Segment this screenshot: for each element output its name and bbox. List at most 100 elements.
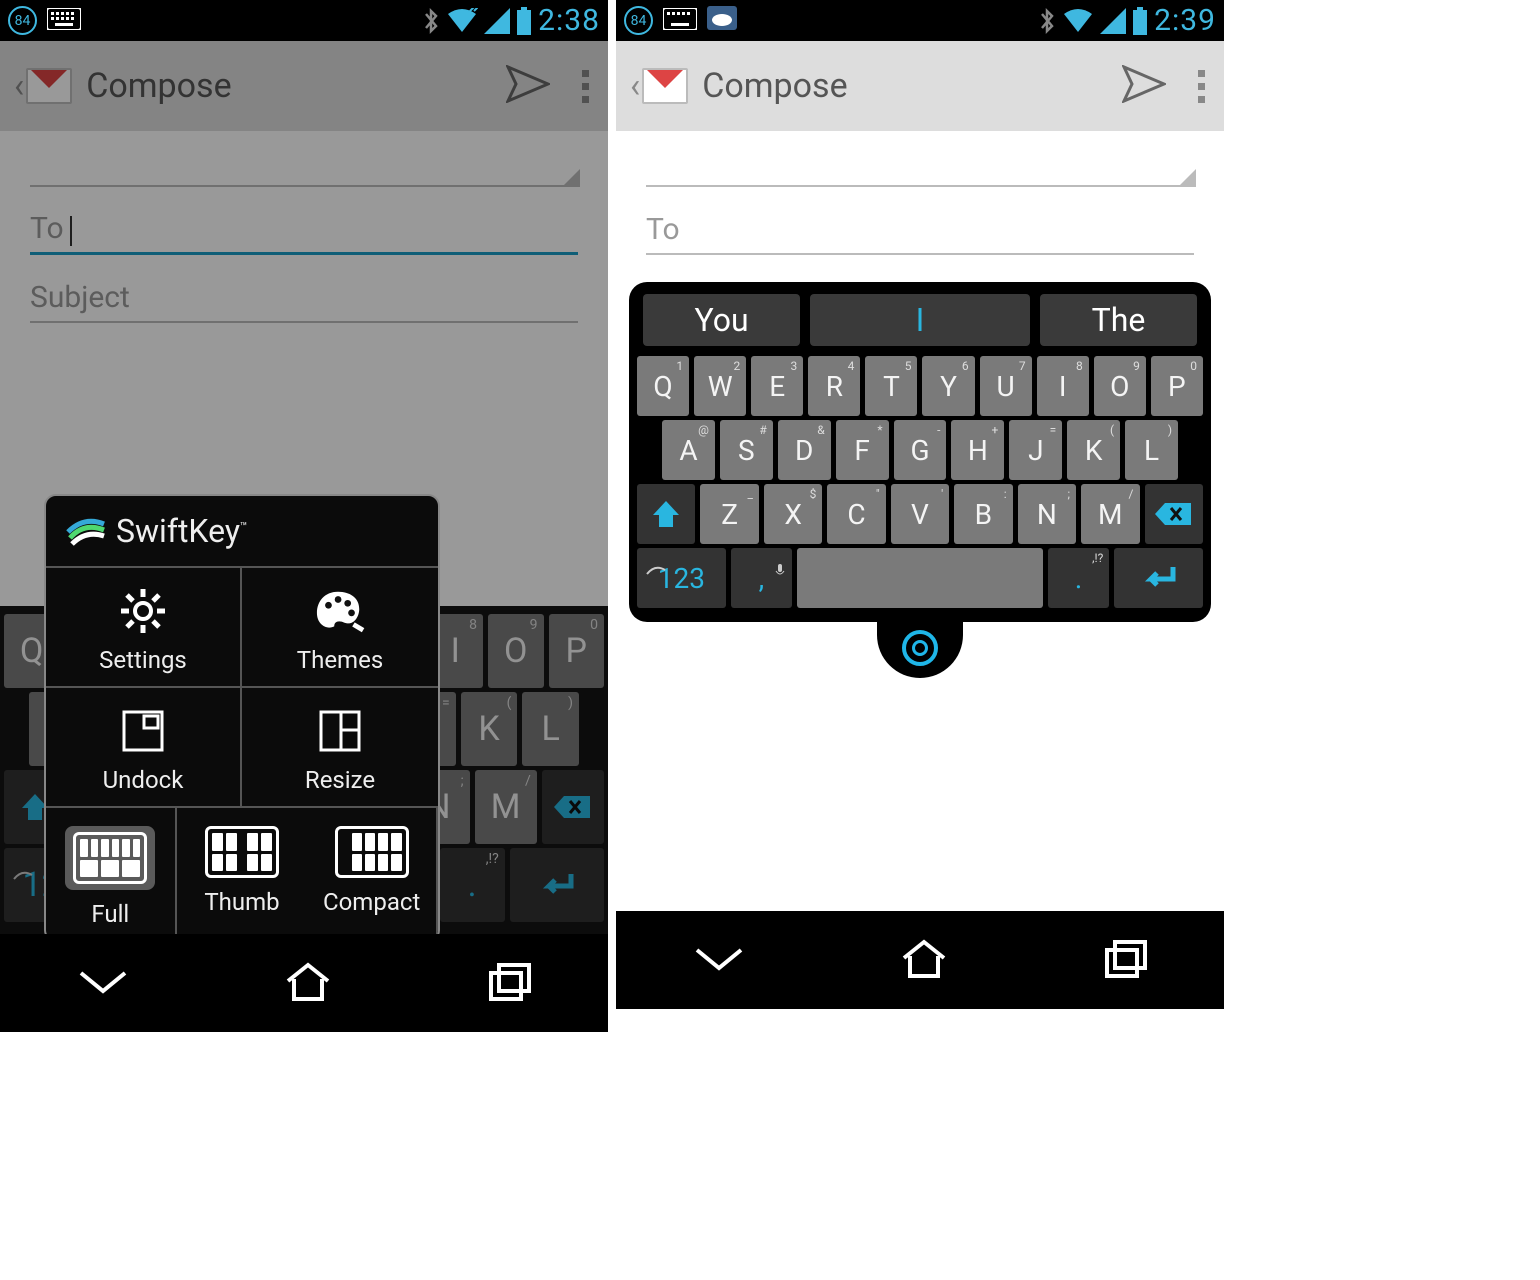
layout-thumb-icon: [205, 826, 279, 878]
key-V[interactable]: V': [891, 484, 949, 544]
subject-field[interactable]: Subject: [30, 277, 578, 323]
key-enter[interactable]: [1114, 548, 1203, 608]
suggestion-right[interactable]: The: [1040, 294, 1197, 346]
key-A[interactable]: A@: [662, 420, 715, 480]
key-F[interactable]: F*: [836, 420, 889, 480]
key-dot[interactable]: ,!?.: [440, 848, 505, 922]
battery-icon: [1132, 7, 1148, 35]
nav-home-button[interactable]: [282, 959, 334, 1007]
overflow-menu-button[interactable]: [576, 70, 594, 103]
nav-bar: [0, 934, 608, 1032]
key-K[interactable]: K(: [1067, 420, 1120, 480]
suggestion-row: You I The: [637, 294, 1203, 356]
send-button[interactable]: [1122, 65, 1166, 107]
cloud-notification-icon: [707, 5, 737, 37]
resize-icon: [315, 706, 365, 756]
drag-handle-icon: [902, 630, 938, 666]
signal-icon: [484, 8, 510, 34]
floating-keyboard[interactable]: You I The Q1W2E3R4T5Y6U7I8O9P0 A@S#D&F*G-…: [629, 282, 1211, 678]
clock: 2:38: [538, 3, 600, 38]
key-L[interactable]: L): [522, 692, 579, 766]
key-T[interactable]: T5: [865, 356, 917, 416]
key-X[interactable]: X$: [764, 484, 822, 544]
bluetooth-icon: [1038, 7, 1056, 35]
key-O[interactable]: O9: [1094, 356, 1146, 416]
popup-themes-button[interactable]: Themes: [242, 568, 438, 688]
send-button[interactable]: [506, 65, 550, 107]
suggestion-left[interactable]: You: [643, 294, 800, 346]
key-S[interactable]: S#: [720, 420, 773, 480]
key-L[interactable]: L): [1125, 420, 1178, 480]
back-chevron-icon[interactable]: ‹: [14, 66, 24, 106]
key-M[interactable]: M/: [475, 770, 537, 844]
key-backspace[interactable]: [1145, 484, 1203, 544]
nav-home-button[interactable]: [898, 936, 950, 984]
key-comma[interactable]: ,: [731, 548, 792, 608]
wifi-icon: [1062, 8, 1094, 34]
key-W[interactable]: W2: [694, 356, 746, 416]
key-backspace[interactable]: [542, 770, 604, 844]
back-chevron-icon[interactable]: ‹: [630, 66, 640, 106]
battery-ring-icon: 84: [624, 6, 653, 35]
compose-form: To: [616, 131, 1224, 255]
keyboard-drag-handle[interactable]: [877, 618, 963, 678]
overflow-menu-button[interactable]: [1192, 70, 1210, 103]
swiftkey-popup: SwiftKey™ Settings Themes: [44, 494, 440, 942]
popup-layout-compact-button[interactable]: Compact: [307, 808, 438, 940]
battery-icon: [516, 7, 532, 35]
key-P[interactable]: P0: [1151, 356, 1203, 416]
to-field[interactable]: To: [646, 209, 1194, 255]
keyboard-indicator-icon: [47, 5, 81, 37]
layout-full-icon: [73, 832, 147, 884]
key-Z[interactable]: Z_: [700, 484, 758, 544]
nav-recents-button[interactable]: [485, 959, 533, 1007]
popup-title: SwiftKey™: [116, 512, 248, 550]
key-Y[interactable]: Y6: [922, 356, 974, 416]
key-D[interactable]: D&: [778, 420, 831, 480]
popup-layout-full-button[interactable]: Full: [46, 808, 177, 940]
to-field[interactable]: To: [30, 209, 578, 255]
popup-layout-thumb-button[interactable]: Thumb: [177, 808, 308, 940]
gmail-icon[interactable]: [642, 68, 688, 104]
key-G[interactable]: G-: [894, 420, 947, 480]
key-space[interactable]: [797, 548, 1043, 608]
nav-bar: [616, 911, 1224, 1009]
popup-header: SwiftKey™: [46, 496, 438, 568]
key-B[interactable]: B:: [954, 484, 1012, 544]
nav-back-button[interactable]: [75, 963, 131, 1003]
key-N[interactable]: N;: [1018, 484, 1076, 544]
key-I[interactable]: I8: [1037, 356, 1089, 416]
key-R[interactable]: R4: [808, 356, 860, 416]
key-J[interactable]: J=: [1009, 420, 1062, 480]
nav-recents-button[interactable]: [1101, 936, 1149, 984]
key-H[interactable]: H+: [951, 420, 1004, 480]
wifi-icon: [446, 8, 478, 34]
from-field[interactable]: [646, 141, 1194, 187]
key-123[interactable]: 123: [637, 548, 726, 608]
layout-compact-icon: [335, 826, 409, 878]
gmail-icon[interactable]: [26, 68, 72, 104]
key-enter[interactable]: [510, 848, 604, 922]
key-C[interactable]: C": [827, 484, 885, 544]
popup-settings-button[interactable]: Settings: [46, 568, 242, 688]
key-U[interactable]: U7: [980, 356, 1032, 416]
key-P[interactable]: P0: [549, 614, 605, 688]
key-dot[interactable]: ,!?.: [1048, 548, 1109, 608]
battery-ring-icon: 84: [8, 6, 37, 35]
key-K[interactable]: K(: [461, 692, 518, 766]
from-field[interactable]: [30, 141, 578, 187]
nav-back-button[interactable]: [691, 940, 747, 980]
key-M[interactable]: M/: [1081, 484, 1139, 544]
compose-form: To Subject: [0, 131, 608, 323]
key-shift[interactable]: [637, 484, 695, 544]
suggestion-mid[interactable]: I: [810, 294, 1030, 346]
popup-undock-button[interactable]: Undock: [46, 688, 242, 808]
key-Q[interactable]: Q1: [637, 356, 689, 416]
action-bar: ‹ Compose: [0, 41, 608, 131]
status-bar: 84 2:39: [616, 0, 1224, 41]
key-E[interactable]: E3: [751, 356, 803, 416]
gear-icon: [118, 586, 168, 636]
screen-left: 84 2:38 ‹ Compose: [0, 0, 608, 1032]
popup-resize-button[interactable]: Resize: [242, 688, 438, 808]
key-O[interactable]: O9: [488, 614, 544, 688]
